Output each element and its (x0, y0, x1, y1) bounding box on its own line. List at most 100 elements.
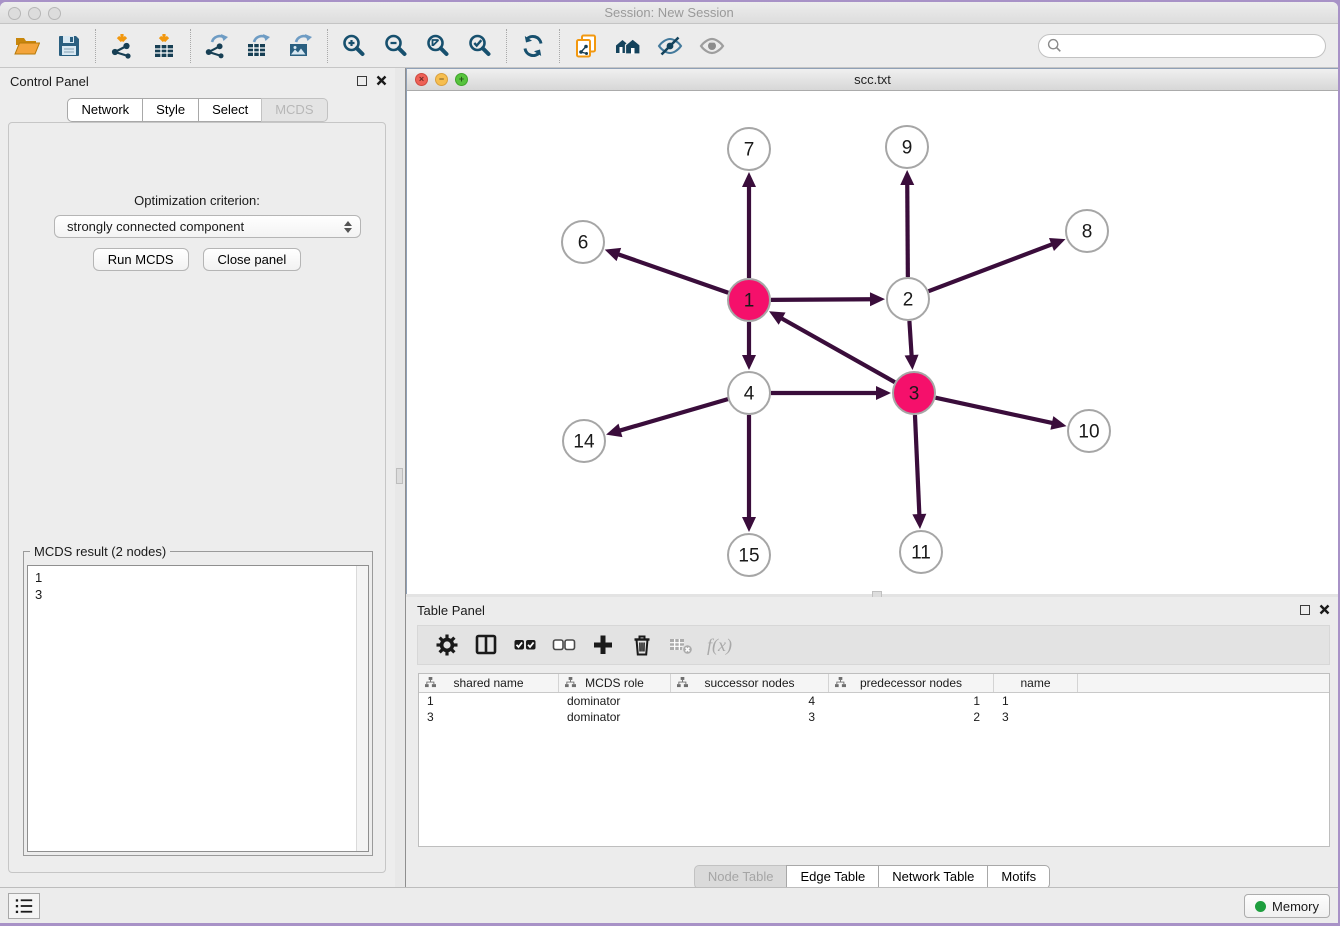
table-row[interactable]: 3dominator323 (419, 709, 1329, 725)
control-panel-header: Control Panel (0, 68, 395, 94)
graph-node-15[interactable]: 15 (728, 534, 770, 576)
node-table-body: 1dominator4113dominator323 (419, 693, 1329, 725)
graph-node-1[interactable]: 1 (728, 279, 770, 321)
select-all-button[interactable] (506, 629, 543, 661)
svg-text:15: 15 (738, 546, 759, 567)
tab-motifs[interactable]: Motifs (987, 865, 1050, 889)
close-panel-icon[interactable] (376, 75, 387, 86)
zoom-out-button[interactable] (375, 28, 417, 64)
zoom-selected-button[interactable] (459, 28, 501, 64)
cell-predecessor-nodes[interactable]: 2 (829, 709, 994, 725)
cell-predecessor-nodes[interactable]: 1 (829, 693, 994, 709)
graph-node-11[interactable]: 11 (900, 531, 942, 573)
tab-network[interactable]: Network (67, 98, 143, 122)
save-session-button[interactable] (48, 28, 90, 64)
graph-node-10[interactable]: 10 (1068, 410, 1110, 452)
export-image-button[interactable] (280, 28, 322, 64)
table-options-button[interactable] (428, 629, 465, 661)
graph-edge-1-7[interactable] (742, 172, 756, 278)
graph-edge-4-3[interactable] (771, 386, 891, 400)
cell-successor-nodes[interactable]: 3 (671, 709, 829, 725)
tab-network-table[interactable]: Network Table (878, 865, 988, 889)
run-mcds-button[interactable]: Run MCDS (93, 248, 189, 271)
graph-edge-3-10[interactable] (935, 398, 1066, 430)
graph-node-8[interactable]: 8 (1066, 210, 1108, 252)
cell-name[interactable]: 3 (994, 709, 1078, 725)
cell-shared-name[interactable]: 3 (419, 709, 559, 725)
network-graph[interactable]: 1 2 3 4 6 7 8 9 10 11 14 15 (407, 91, 1338, 594)
graph-edge-4-14[interactable] (606, 399, 728, 437)
result-scrollbar[interactable] (356, 566, 368, 851)
memory-button[interactable]: Memory (1244, 894, 1330, 918)
graph-edge-2-3[interactable] (905, 321, 919, 370)
svg-text:2: 2 (903, 290, 914, 311)
column-header-predecessor-nodes[interactable]: predecessor nodes (829, 674, 994, 692)
float-table-panel-icon[interactable] (1300, 605, 1310, 615)
clone-network-button[interactable] (565, 28, 607, 64)
tab-node-table[interactable]: Node Table (694, 865, 788, 889)
graph-node-9[interactable]: 9 (886, 126, 928, 168)
graph-node-4[interactable]: 4 (728, 372, 770, 414)
graph-node-2[interactable]: 2 (887, 278, 929, 320)
cell-mcds-role[interactable]: dominator (559, 693, 671, 709)
import-network-icon (109, 33, 135, 59)
open-session-button[interactable] (6, 28, 48, 64)
zoom-fit-button[interactable] (417, 28, 459, 64)
delete-column-button[interactable] (623, 629, 660, 661)
tab-mcds[interactable]: MCDS (261, 98, 327, 122)
export-network-button[interactable] (196, 28, 238, 64)
control-panel-title: Control Panel (10, 74, 89, 89)
column-header-name[interactable]: name (994, 674, 1078, 692)
hide-selected-button[interactable] (649, 28, 691, 64)
zoom-fit-icon (425, 33, 451, 59)
deselect-all-button[interactable] (545, 629, 582, 661)
node-table[interactable]: shared nameMCDS rolesuccessor nodesprede… (418, 673, 1330, 847)
tab-edge-table[interactable]: Edge Table (786, 865, 879, 889)
home-view-button[interactable] (607, 28, 649, 64)
column-header-mcds-role[interactable]: MCDS role (559, 674, 671, 692)
graph-edge-1-4[interactable] (742, 322, 756, 370)
vertical-splitter-handle[interactable] (396, 468, 403, 484)
graph-edge-3-11[interactable] (912, 415, 926, 529)
import-network-button[interactable] (101, 28, 143, 64)
graph-edge-4-15[interactable] (742, 415, 756, 532)
float-panel-icon[interactable] (357, 76, 367, 86)
graph-node-3[interactable]: 3 (893, 372, 935, 414)
mcds-result-list[interactable]: 13 (27, 565, 369, 852)
graph-edge-1-2[interactable] (771, 292, 885, 306)
graph-node-6[interactable]: 6 (562, 221, 604, 263)
table-toolbar: f(x) (417, 625, 1330, 665)
table-row[interactable]: 1dominator411 (419, 693, 1329, 709)
optimization-criterion-select[interactable]: strongly connected component (54, 215, 361, 238)
close-table-panel-icon[interactable] (1319, 604, 1330, 615)
cell-successor-nodes[interactable]: 4 (671, 693, 829, 709)
cell-mcds-role[interactable]: dominator (559, 709, 671, 725)
cell-name[interactable]: 1 (994, 693, 1078, 709)
import-table-button[interactable] (143, 28, 185, 64)
column-header-shared-name[interactable]: shared name (419, 674, 559, 692)
search-input[interactable] (1067, 38, 1317, 53)
graph-edge-1-6[interactable] (605, 248, 729, 293)
split-view-button[interactable] (467, 629, 504, 661)
graph-edge-2-8[interactable] (929, 238, 1066, 291)
graph-node-7[interactable]: 7 (728, 128, 770, 170)
add-column-button[interactable] (584, 629, 621, 661)
graph-edge-2-9[interactable] (900, 170, 914, 277)
cell-shared-name[interactable]: 1 (419, 693, 559, 709)
export-table-button[interactable] (238, 28, 280, 64)
graph-node-14[interactable]: 14 (563, 420, 605, 462)
search-box[interactable] (1038, 34, 1326, 58)
graph-edge-3-1[interactable] (769, 311, 895, 382)
zoom-in-button[interactable] (333, 28, 375, 64)
tab-style[interactable]: Style (142, 98, 199, 122)
refresh-view-button[interactable] (512, 28, 554, 64)
tab-select[interactable]: Select (198, 98, 262, 122)
svg-text:14: 14 (573, 432, 595, 453)
column-header-successor-nodes[interactable]: successor nodes (671, 674, 829, 692)
network-frame-title: scc.txt (407, 72, 1338, 87)
close-panel-button[interactable]: Close panel (203, 248, 302, 271)
network-canvas[interactable]: 1 2 3 4 6 7 8 9 10 11 14 15 (407, 91, 1338, 594)
control-panel-tabs: NetworkStyleSelectMCDS (0, 98, 395, 122)
task-history-button[interactable] (8, 893, 40, 919)
vertical-splitter[interactable] (395, 68, 406, 887)
